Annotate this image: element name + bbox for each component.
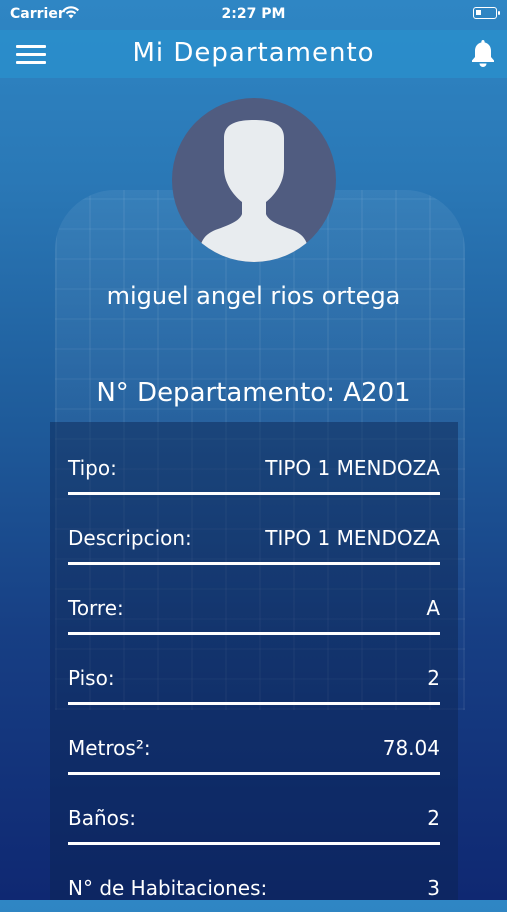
bell-icon[interactable] — [469, 38, 497, 68]
detail-label: Metros²: — [68, 736, 151, 760]
detail-value: 2 — [427, 806, 440, 830]
detail-value: A — [426, 596, 440, 620]
detail-value: TIPO 1 MENDOZA — [265, 526, 440, 550]
department-number: N° Departamento: A201 — [96, 378, 411, 408]
detail-row-tipo: Tipo: TIPO 1 MENDOZA — [68, 422, 440, 495]
detail-label: Piso: — [68, 666, 115, 690]
detail-row-metros: Metros²: 78.04 — [68, 702, 440, 775]
detail-value: 2 — [427, 666, 440, 690]
user-name: miguel angel rios ortega — [106, 282, 401, 310]
detail-value: 78.04 — [382, 736, 440, 760]
detail-row-habitaciones: N° de Habitaciones: 3 — [68, 842, 440, 912]
user-silhouette-icon — [200, 120, 308, 262]
detail-label: Baños: — [68, 806, 137, 830]
detail-value: TIPO 1 MENDOZA — [265, 456, 440, 480]
detail-row-banos: Baños: 2 — [68, 772, 440, 845]
detail-row-descripcion: Descripcion: TIPO 1 MENDOZA — [68, 492, 440, 565]
detail-label: Tipo: — [68, 456, 117, 480]
battery-icon — [473, 7, 500, 19]
status-bar: Carrier 2:27 PM — [0, 0, 507, 30]
clock: 2:27 PM — [221, 6, 286, 22]
page-title: Mi Departamento — [132, 38, 375, 68]
detail-label: N° de Habitaciones: — [68, 876, 268, 900]
detail-label: Descripcion: — [68, 526, 192, 550]
details-panel: Tipo: TIPO 1 MENDOZA Descripcion: TIPO 1… — [50, 422, 458, 900]
detail-label: Torre: — [68, 596, 124, 620]
avatar — [172, 98, 336, 262]
navigation-bar: Mi Departamento — [0, 30, 507, 78]
detail-row-piso: Piso: 2 — [68, 632, 440, 705]
detail-value: 3 — [427, 876, 440, 900]
detail-row-torre: Torre: A — [68, 562, 440, 635]
